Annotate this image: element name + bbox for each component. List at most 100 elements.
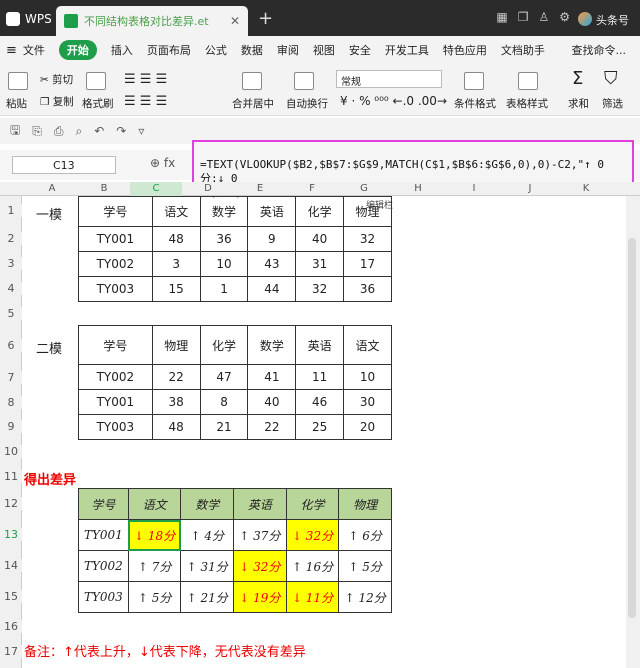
row-6[interactable]: 6: [0, 339, 22, 352]
number-format-icons[interactable]: ¥ · % ⁰⁰⁰ ←.0 .00→: [340, 94, 447, 108]
row-12[interactable]: 12: [0, 497, 22, 510]
table1-cell[interactable]: 48: [151, 226, 201, 252]
row-17[interactable]: 17: [0, 645, 22, 658]
table2-cell[interactable]: 25: [295, 414, 345, 440]
table2-cell[interactable]: 40: [247, 389, 297, 415]
conditional-format-button[interactable]: 条件格式: [454, 96, 496, 111]
table1-cell[interactable]: 36: [199, 226, 249, 252]
table1-cell[interactable]: TY001: [78, 226, 153, 252]
table2-header-cell[interactable]: 学号: [78, 325, 153, 365]
table1-cell[interactable]: 44: [247, 276, 297, 302]
table1-cell[interactable]: 36: [343, 276, 392, 302]
table3-cell[interactable]: ↑ 37分: [233, 519, 287, 551]
menu-data[interactable]: 数据: [241, 42, 263, 58]
row-8[interactable]: 8: [0, 396, 22, 409]
table2-cell[interactable]: 30: [343, 389, 392, 415]
table2-cell[interactable]: TY003: [78, 414, 153, 440]
col-J[interactable]: J: [502, 182, 558, 196]
table3-cell[interactable]: ↓ 19分: [233, 581, 287, 613]
table3-cell[interactable]: ↑ 16分: [285, 550, 340, 582]
selected-cell-C13[interactable]: ↓ 18分: [127, 519, 182, 551]
table3-cell[interactable]: TY002: [78, 550, 129, 582]
settings-icon[interactable]: ⚙: [559, 10, 570, 24]
menu-security[interactable]: 安全: [349, 42, 371, 58]
col-I[interactable]: I: [446, 182, 502, 196]
menu-formulas[interactable]: 公式: [205, 42, 227, 58]
conditional-format-icon[interactable]: [464, 72, 484, 90]
copy-icon[interactable]: ❐: [518, 10, 529, 24]
save-icon[interactable]: 🖫: [10, 121, 20, 142]
col-K[interactable]: K: [558, 182, 614, 196]
table1-cell[interactable]: 43: [247, 251, 297, 277]
col-A[interactable]: A: [26, 182, 78, 196]
table3-cell[interactable]: ↑ 5分: [338, 550, 392, 582]
number-format-select[interactable]: 常规: [336, 70, 442, 88]
row-10[interactable]: 10: [0, 445, 22, 458]
format-painter-icon[interactable]: [86, 72, 106, 90]
table2-cell[interactable]: 20: [343, 414, 392, 440]
table2-cell[interactable]: 22: [151, 364, 201, 390]
table2-cell[interactable]: TY002: [78, 364, 153, 390]
row-1[interactable]: 1: [0, 204, 22, 217]
menu-home[interactable]: 开始: [58, 40, 97, 60]
table3-header-cell[interactable]: 英语: [233, 488, 287, 520]
table3-header-cell[interactable]: 数学: [180, 488, 235, 520]
table2-header-cell[interactable]: 英语: [295, 325, 345, 365]
col-E[interactable]: E: [234, 182, 286, 196]
table2-cell[interactable]: 41: [247, 364, 297, 390]
customize-icon[interactable]: ▿: [138, 124, 144, 138]
table1-cell[interactable]: TY003: [78, 276, 153, 302]
menu-developer[interactable]: 开发工具: [385, 42, 429, 58]
table3-cell[interactable]: ↑ 7分: [127, 550, 182, 582]
menu-icon[interactable]: ≡: [6, 43, 17, 58]
table1-cell[interactable]: 17: [343, 251, 392, 277]
wrap-text-icon[interactable]: [294, 72, 314, 90]
table1-cell[interactable]: 10: [199, 251, 249, 277]
table2-cell[interactable]: 47: [199, 364, 249, 390]
table3-header-cell[interactable]: 物理: [338, 488, 392, 520]
row-5[interactable]: 5: [0, 307, 22, 320]
col-C[interactable]: C: [130, 182, 182, 196]
merge-center-icon[interactable]: [242, 72, 262, 90]
skin-icon[interactable]: ♙: [538, 10, 549, 24]
table1-header-cell[interactable]: 物理: [343, 196, 392, 227]
table1-cell[interactable]: 32: [343, 226, 392, 252]
grid-icon[interactable]: ▦: [496, 10, 507, 24]
sum-button[interactable]: 求和: [568, 96, 589, 111]
new-tab-icon[interactable]: +: [258, 8, 273, 29]
menu-features[interactable]: 特色应用: [443, 42, 487, 58]
table3-header-cell[interactable]: 化学: [285, 488, 340, 520]
scrollbar-thumb[interactable]: [628, 238, 636, 618]
table1-cell[interactable]: 15: [151, 276, 201, 302]
menu-page-layout[interactable]: 页面布局: [147, 42, 191, 58]
col-G[interactable]: G: [338, 182, 390, 196]
table2-cell[interactable]: 48: [151, 414, 201, 440]
table2-cell[interactable]: 10: [343, 364, 392, 390]
table1-header-cell[interactable]: 学号: [78, 196, 153, 227]
table2-cell[interactable]: TY001: [78, 389, 153, 415]
table-style-icon[interactable]: [518, 72, 538, 90]
menu-insert[interactable]: 插入: [111, 42, 133, 58]
table2-header-cell[interactable]: 化学: [199, 325, 249, 365]
table-style-button[interactable]: 表格样式: [506, 96, 548, 111]
table3-cell[interactable]: ↑ 5分: [127, 581, 182, 613]
wps-home-tab[interactable]: WPS: [0, 6, 56, 32]
table2-cell[interactable]: 46: [295, 389, 345, 415]
merge-center-button[interactable]: 合并居中: [232, 96, 274, 111]
table3-cell[interactable]: ↑ 31分: [180, 550, 235, 582]
table3-header-cell[interactable]: 学号: [78, 488, 129, 520]
print-preview-icon[interactable]: ⌕: [75, 124, 82, 139]
user-name[interactable]: 头条号: [596, 12, 629, 28]
table3-cell[interactable]: ↓ 32分: [285, 519, 340, 551]
col-D[interactable]: D: [182, 182, 234, 196]
table2-cell[interactable]: 11: [295, 364, 345, 390]
table3-cell[interactable]: ↑ 6分: [338, 519, 392, 551]
cut-button[interactable]: ✂ 剪切: [40, 72, 73, 87]
table3-cell[interactable]: TY001: [78, 519, 129, 551]
table3-cell[interactable]: ↓ 11分: [285, 581, 340, 613]
table1-cell[interactable]: 1: [199, 276, 249, 302]
close-tab-icon[interactable]: ✕: [230, 14, 240, 28]
row-13[interactable]: 13: [0, 528, 22, 541]
col-F[interactable]: F: [286, 182, 338, 196]
row-7[interactable]: 7: [0, 371, 22, 384]
